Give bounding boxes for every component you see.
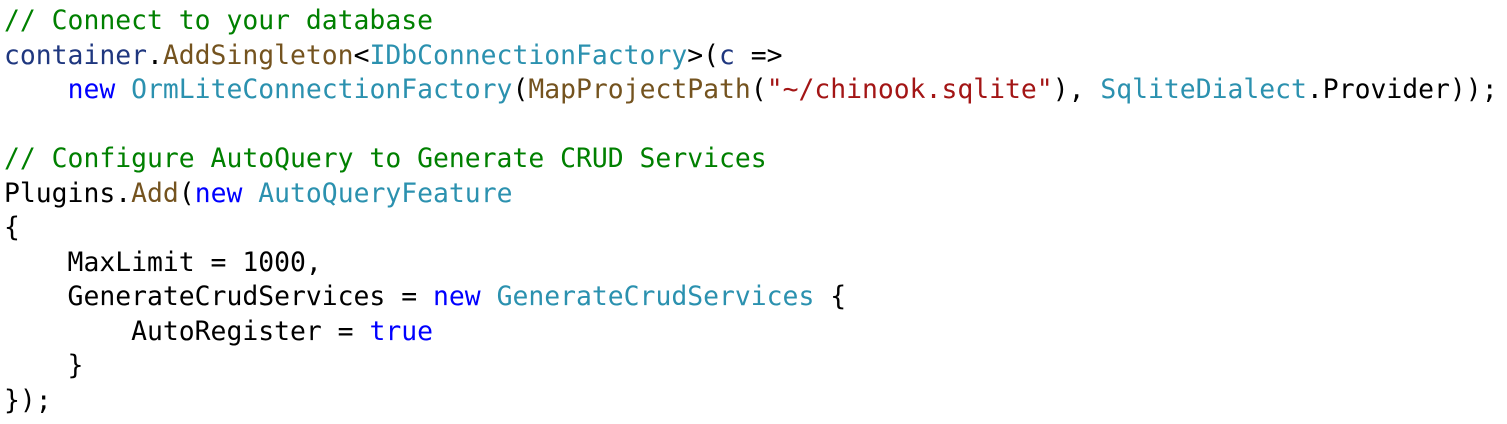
code-token-type: SqliteDialect — [1100, 74, 1307, 105]
code-line: AutoRegister = true — [4, 315, 1504, 350]
code-token-plain: } — [4, 350, 84, 381]
code-token-plain: Plugins — [4, 177, 116, 209]
code-token-keyword: true — [369, 315, 433, 347]
code-token-method: Add — [131, 177, 179, 209]
code-line: GenerateCrudServices = new GenerateCrudS… — [4, 280, 1504, 315]
code-line: new OrmLiteConnectionFactory(MapProjectP… — [4, 73, 1504, 108]
code-token-plain: ( — [512, 74, 529, 105]
code-token-plain: }); — [4, 384, 52, 416]
code-token-string: "~/chinook.sqlite" — [766, 74, 1053, 105]
code-line: Plugins.Add(new AutoQueryFeature — [4, 177, 1504, 212]
code-token-plain: ( — [750, 74, 767, 105]
code-line: { — [4, 211, 1504, 246]
code-token-keyword: new — [194, 177, 243, 209]
code-editor[interactable]: // Connect to your database container.Add… — [4, 4, 1504, 422]
code-token-keyword: new — [433, 281, 481, 312]
code-line: MaxLimit = 1000, — [4, 246, 1504, 281]
code-token-keyword: new — [67, 74, 116, 105]
code-line: ​ — [4, 108, 1504, 143]
code-token-local: container — [4, 39, 147, 71]
code-token-plain: { — [4, 212, 20, 243]
code-token-comment: // Connect to your database — [4, 5, 433, 36]
code-token-method: AddSingleton — [162, 39, 354, 71]
code-token-plain: >( — [687, 39, 720, 71]
code-token-method: MapProjectPath — [528, 74, 751, 105]
code-token-plain: . — [115, 177, 132, 209]
code-line: container.AddSingleton<IDbConnectionFact… — [4, 39, 1504, 74]
code-token-local: c — [719, 39, 735, 71]
code-token-plain: < — [353, 39, 370, 71]
code-token-plain: . — [147, 39, 163, 71]
code-token-plain: AutoRegister = — [4, 315, 370, 347]
code-line: } — [4, 349, 1504, 384]
code-token-plain: { — [814, 281, 847, 312]
code-token-comment: // Configure AutoQuery to Generate CRUD … — [4, 143, 767, 174]
code-line: }); — [4, 384, 1504, 419]
code-token-plain: ( — [178, 177, 195, 209]
code-token-type: OrmLiteConnectionFactory — [131, 74, 513, 105]
code-line: // Configure AutoQuery to Generate CRUD … — [4, 142, 1504, 177]
code-token-type: AutoQueryFeature — [258, 177, 513, 209]
code-token-type: IDbConnectionFactory — [369, 39, 688, 71]
code-token-plain: MaxLimit = 1000, — [4, 246, 322, 278]
code-token-plain: ), — [1052, 74, 1101, 105]
code-token-type: GenerateCrudServices — [496, 281, 815, 312]
code-token-plain: GenerateCrudServices = — [4, 281, 433, 312]
code-token-plain: => — [734, 39, 783, 71]
code-line: // Connect to your database — [4, 4, 1504, 39]
code-token-plain: .Provider)); — [1306, 74, 1498, 105]
